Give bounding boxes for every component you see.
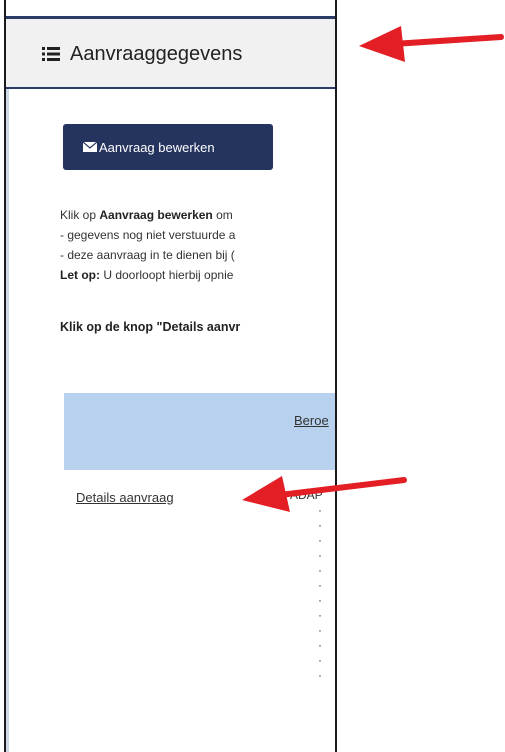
dot-marker: · [318, 638, 322, 652]
band-link[interactable]: Beroe [294, 413, 329, 428]
dot-marker: · [318, 623, 322, 637]
list-icon [42, 47, 60, 61]
envelope-icon [83, 142, 97, 152]
dot-marker: · [318, 563, 322, 577]
intro-line: Klik op Aanvraag bewerken om [60, 208, 233, 222]
panel-title: Aanvraaggegevens [70, 43, 243, 65]
dot-marker: · [318, 593, 322, 607]
dot-marker: · [318, 653, 322, 667]
edit-request-button[interactable]: Aanvraag bewerken [63, 124, 273, 170]
note-line: Let op: U doorloopt hierbij opnie [60, 268, 234, 282]
left-stripe [6, 89, 9, 752]
instruction-text: Klik op de knop "Details aanvr [60, 320, 241, 334]
arrow-annotation-details [242, 476, 407, 512]
dot-marker: · [318, 668, 322, 682]
arrow-annotation-top [359, 26, 504, 62]
dot-marker: · [318, 578, 322, 592]
intro-line-3: - deze aanvraag in te dienen bij ( [60, 248, 235, 262]
edit-request-label: Aanvraag bewerken [99, 139, 215, 155]
intro-line-2: - gegevens nog niet verstuurde a [60, 228, 236, 242]
dot-marker: · [318, 548, 322, 562]
app-frame: Aanvraaggegevens Aanvraag bewerken Klik … [4, 0, 337, 752]
panel-header: Aanvraaggegevens [6, 19, 335, 89]
top-bar [6, 0, 335, 19]
dot-marker: · [318, 608, 322, 622]
details-request-link[interactable]: Details aanvraag [76, 490, 174, 505]
dot-marker: · [318, 533, 322, 547]
table-header-band: Beroe [64, 393, 335, 470]
dot-marker: · [318, 518, 322, 532]
